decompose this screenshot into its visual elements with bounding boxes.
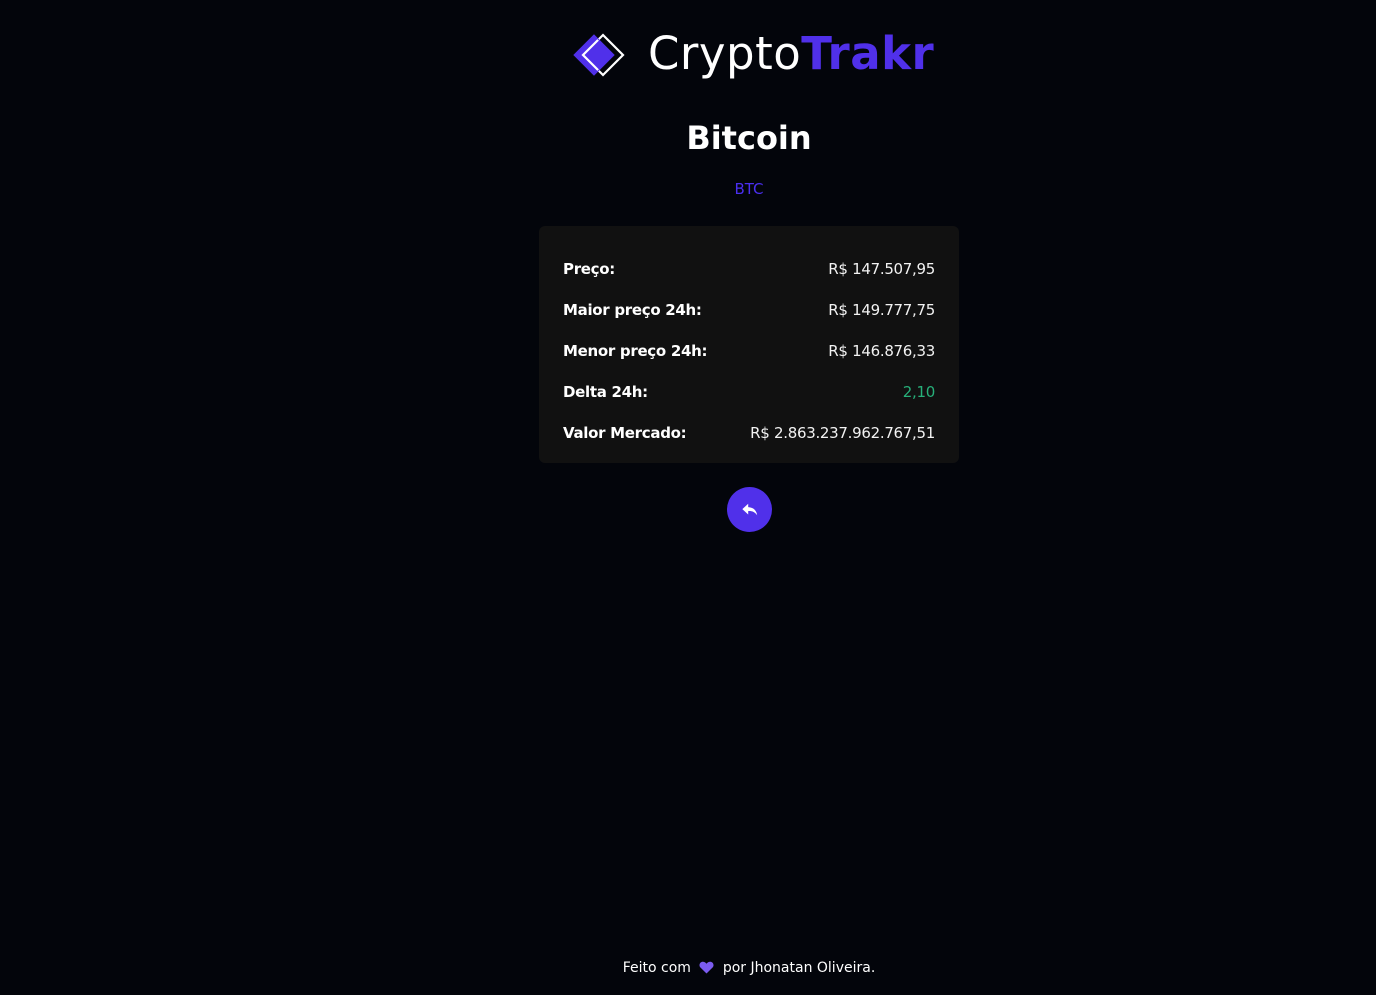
- stat-value: R$ 2.863.237.962.767,51: [750, 423, 935, 442]
- footer-text-after: por Jhonatan Oliveira.: [722, 960, 876, 976]
- footer: Feito com por Jhonatan Oliveira.: [0, 958, 1376, 978]
- reply-arrow-icon: [741, 503, 757, 515]
- stats-card: Preço: R$ 147.507,95 Maior preço 24h: R$…: [539, 226, 959, 463]
- page: CryptoTrakr Bitcoin BTC Preço: R$ 147.50…: [0, 0, 1376, 995]
- stat-label: Maior preço 24h:: [563, 300, 702, 319]
- logo-text-crypto: Crypto: [648, 27, 802, 80]
- stat-value-delta: 2,10: [902, 382, 936, 401]
- app-logo[interactable]: CryptoTrakr: [572, 26, 934, 82]
- footer-text-before: Feito com: [622, 960, 691, 976]
- logo-text-trakr: Trakr: [801, 27, 935, 80]
- stat-row-market-cap: Valor Mercado: R$ 2.863.237.962.767,51: [563, 412, 935, 453]
- stat-value: R$ 146.876,33: [828, 341, 935, 360]
- logo-text: CryptoTrakr: [648, 26, 934, 82]
- stat-row-delta-24h: Delta 24h: 2,10: [563, 371, 935, 412]
- stat-value: R$ 149.777,75: [828, 300, 935, 319]
- coin-name: Bitcoin: [686, 119, 812, 157]
- heart-icon: [699, 961, 714, 974]
- stat-row-price: Preço: R$ 147.507,95: [563, 248, 935, 289]
- coin-symbol: BTC: [734, 180, 764, 198]
- stat-row-low-24h: Menor preço 24h: R$ 146.876,33: [563, 330, 935, 371]
- diamond-logo-icon: [573, 33, 625, 77]
- stat-label: Delta 24h:: [563, 382, 648, 401]
- stat-value: R$ 147.507,95: [828, 259, 935, 278]
- back-button[interactable]: [727, 487, 772, 532]
- stat-row-high-24h: Maior preço 24h: R$ 149.777,75: [563, 289, 935, 330]
- stat-label: Valor Mercado:: [563, 423, 687, 442]
- stat-label: Menor preço 24h:: [563, 341, 708, 360]
- stat-label: Preço:: [563, 259, 615, 278]
